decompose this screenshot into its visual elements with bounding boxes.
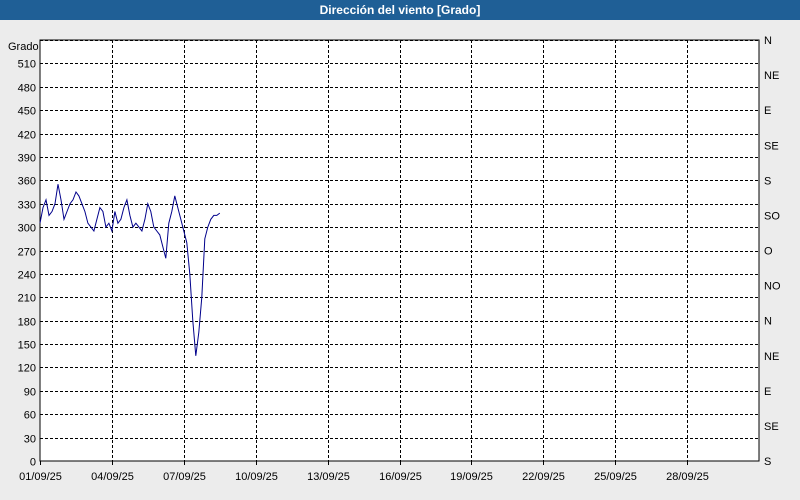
- x-axis-ticks: 01/09/25 04/09/25 07/09/25 10/09/25 13/09/25…: [19, 461, 709, 483]
- right-axis-label: E: [764, 386, 771, 398]
- y-axis-label: Grado: [8, 41, 39, 53]
- y-axis-ticks: 0 30 60 90 120 150 180 210 240 270 300 330 360 390 420…: [18, 59, 36, 469]
- right-axis-label: S: [764, 456, 771, 468]
- right-axis-label: N: [764, 316, 772, 328]
- x-tick-label: 16/09/25: [379, 471, 422, 483]
- y-tick-label: 450: [18, 106, 36, 118]
- y-tick-label: 330: [18, 200, 36, 212]
- right-axis-label: SE: [764, 140, 779, 152]
- chart-window: Dirección del viento [Grado] 0 30 60 90 120 1…: [0, 0, 800, 500]
- y-tick-label: 60: [24, 410, 36, 422]
- y-tick-label: 360: [18, 176, 36, 188]
- right-axis-label: NE: [764, 351, 779, 363]
- right-axis-label: SO: [764, 210, 780, 222]
- y-tick-label: 150: [18, 340, 36, 352]
- y-tick-label: 180: [18, 317, 36, 329]
- x-tick-label: 25/09/25: [594, 471, 637, 483]
- y-tick-label: 510: [18, 59, 36, 71]
- y-tick-label: 30: [24, 434, 36, 446]
- y-tick-label: 390: [18, 153, 36, 165]
- plot-area: [39, 39, 760, 462]
- y-tick-label: 420: [18, 130, 36, 142]
- wind-direction-chart: 0 30 60 90 120 150 180 210 240 270 300 330 360 390 420…: [8, 35, 781, 483]
- x-tick-label: 28/09/25: [666, 471, 709, 483]
- y-tick-label: 90: [24, 387, 36, 399]
- x-tick-label: 22/09/25: [522, 471, 565, 483]
- x-tick-label: 01/09/25: [19, 471, 62, 483]
- x-tick-label: 10/09/25: [235, 471, 278, 483]
- right-axis-label: NO: [764, 281, 781, 293]
- y-tick-label: 480: [18, 83, 36, 95]
- right-axis-ticks: S SE E NE N NO O SO S SE E NE N: [764, 35, 781, 468]
- x-tick-label: 07/09/25: [163, 471, 206, 483]
- x-tick-label: 19/09/25: [450, 471, 493, 483]
- right-axis-label: E: [764, 105, 771, 117]
- y-tick-label: 210: [18, 293, 36, 305]
- right-axis-label: O: [764, 246, 773, 258]
- x-tick-label: 13/09/25: [307, 471, 350, 483]
- right-axis-label: SE: [764, 421, 779, 433]
- right-axis-label: S: [764, 175, 771, 187]
- right-axis-label: NE: [764, 70, 779, 82]
- right-axis-label: N: [764, 35, 772, 47]
- y-tick-label: 0: [30, 457, 36, 469]
- y-tick-label: 240: [18, 270, 36, 282]
- y-tick-label: 270: [18, 247, 36, 259]
- y-tick-label: 120: [18, 363, 36, 375]
- x-tick-label: 04/09/25: [91, 471, 134, 483]
- y-tick-label: 300: [18, 223, 36, 235]
